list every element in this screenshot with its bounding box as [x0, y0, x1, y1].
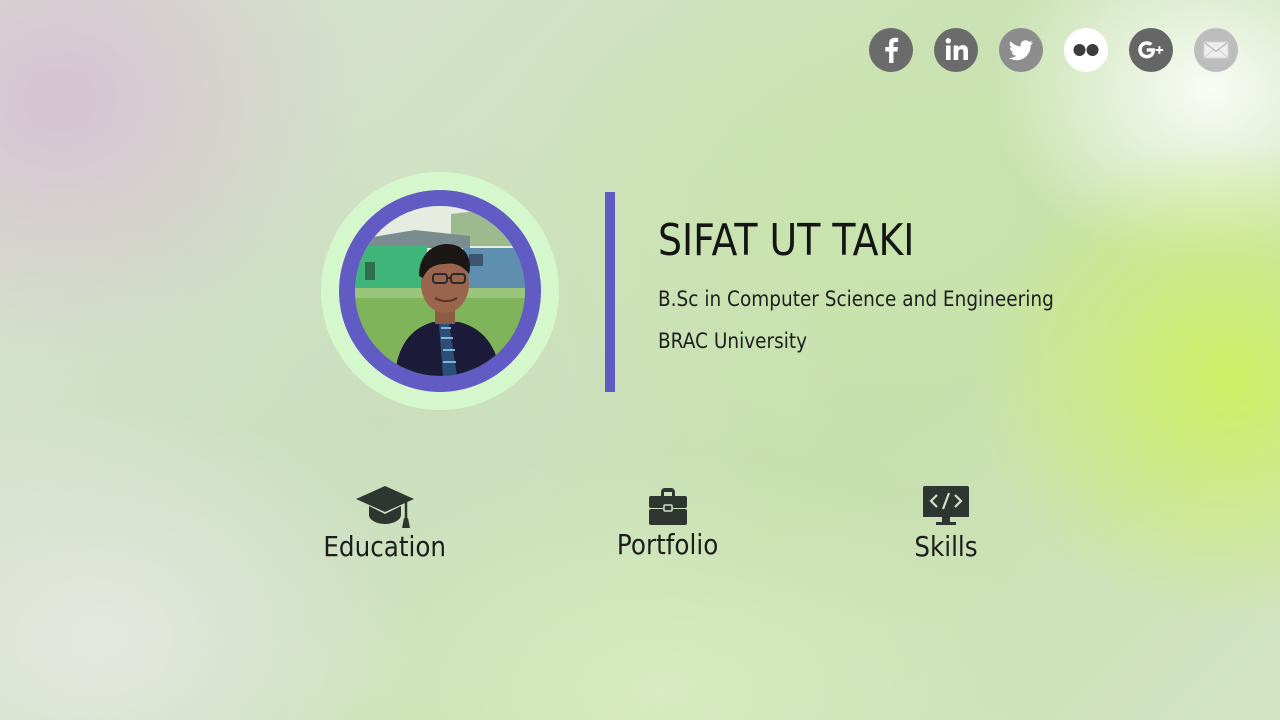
briefcase-icon [649, 488, 687, 525]
linkedin-icon [945, 38, 968, 60]
google-plus-link[interactable] [1129, 28, 1173, 72]
nav-portfolio-label: Portfolio [617, 528, 719, 561]
profile-university: BRAC University [658, 329, 808, 353]
twitter-link[interactable] [999, 28, 1043, 72]
google-plus-icon [1138, 41, 1164, 59]
facebook-icon [885, 37, 899, 63]
email-link[interactable] [1194, 28, 1238, 72]
avatar-frame [321, 172, 559, 410]
profile-name: SIFAT UT TAKI [658, 215, 915, 266]
social-links [869, 28, 1238, 72]
nav-skills-label: Skills [914, 530, 978, 563]
nav-portfolio[interactable]: Portfolio [598, 484, 738, 561]
facebook-link[interactable] [869, 28, 913, 72]
nav-education[interactable]: Education [310, 484, 460, 563]
flickr-link[interactable] [1064, 28, 1108, 72]
graduation-cap-icon [356, 486, 414, 528]
envelope-icon [1203, 41, 1229, 59]
linkedin-link[interactable] [934, 28, 978, 72]
nav-skills[interactable]: Skills [886, 484, 1006, 563]
accent-divider [605, 192, 615, 392]
profile-photo [355, 206, 525, 376]
nav-education-label: Education [323, 530, 447, 563]
code-monitor-icon [923, 486, 969, 525]
avatar [355, 206, 525, 376]
profile-degree: B.Sc in Computer Science and Engineering [658, 287, 1054, 311]
page: SIFAT UT TAKI B.Sc in Computer Science a… [0, 0, 1280, 720]
twitter-icon [1008, 40, 1033, 61]
avatar-ring [339, 190, 541, 392]
flickr-icon [1073, 44, 1099, 56]
